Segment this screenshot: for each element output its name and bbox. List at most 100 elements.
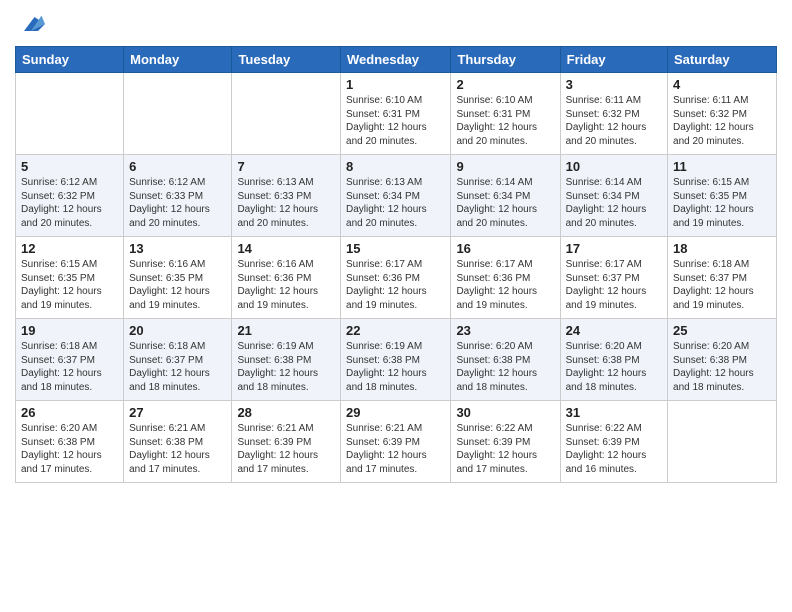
day-number: 9	[456, 159, 554, 174]
calendar-cell: 21 Sunrise: 6:19 AM Sunset: 6:38 PM Dayli…	[232, 319, 341, 401]
day-info: Sunrise: 6:18 AM Sunset: 6:37 PM Dayligh…	[21, 340, 118, 394]
day-number: 21	[237, 323, 335, 338]
calendar-cell: 31 Sunrise: 6:22 AM Sunset: 6:39 PM Dayli…	[560, 401, 667, 483]
day-number: 13	[129, 241, 226, 256]
day-number: 8	[346, 159, 445, 174]
calendar-cell: 16 Sunrise: 6:17 AM Sunset: 6:36 PM Dayli…	[451, 237, 560, 319]
calendar-cell: 10 Sunrise: 6:14 AM Sunset: 6:34 PM Dayli…	[560, 155, 667, 237]
calendar-cell	[232, 73, 341, 155]
day-number: 26	[21, 405, 118, 420]
day-info: Sunrise: 6:17 AM Sunset: 6:36 PM Dayligh…	[346, 258, 445, 312]
day-number: 24	[566, 323, 662, 338]
day-info: Sunrise: 6:17 AM Sunset: 6:36 PM Dayligh…	[456, 258, 554, 312]
day-number: 5	[21, 159, 118, 174]
week-row-5: 26 Sunrise: 6:20 AM Sunset: 6:38 PM Dayli…	[16, 401, 777, 483]
calendar-cell: 8 Sunrise: 6:13 AM Sunset: 6:34 PM Daylig…	[341, 155, 451, 237]
calendar-cell: 3Sunrise: 6:11 AM Sunset: 6:32 PM Daylig…	[560, 73, 667, 155]
day-number: 6	[129, 159, 226, 174]
logo-icon	[17, 10, 45, 38]
weekday-header-row: SundayMondayTuesdayWednesdayThursdayFrid…	[16, 47, 777, 73]
day-number: 16	[456, 241, 554, 256]
calendar-cell: 25Sunrise: 6:20 AM Sunset: 6:38 PM Dayli…	[668, 319, 777, 401]
day-number: 11	[673, 159, 771, 174]
calendar-cell: 11 Sunrise: 6:15 AM Sunset: 6:35 PM Dayli…	[668, 155, 777, 237]
calendar-cell: 20 Sunrise: 6:18 AM Sunset: 6:37 PM Dayli…	[124, 319, 232, 401]
day-number: 4	[673, 77, 771, 92]
calendar-cell: 18 Sunrise: 6:18 AM Sunset: 6:37 PM Dayli…	[668, 237, 777, 319]
day-number: 20	[129, 323, 226, 338]
day-info: Sunrise: 6:18 AM Sunset: 6:37 PM Dayligh…	[129, 340, 226, 394]
day-number: 15	[346, 241, 445, 256]
day-info: Sunrise: 6:17 AM Sunset: 6:37 PM Dayligh…	[566, 258, 662, 312]
calendar-cell	[16, 73, 124, 155]
day-number: 14	[237, 241, 335, 256]
day-number: 31	[566, 405, 662, 420]
day-info: Sunrise: 6:19 AM Sunset: 6:38 PM Dayligh…	[237, 340, 335, 394]
day-info: Sunrise: 6:19 AM Sunset: 6:38 PM Dayligh…	[346, 340, 445, 394]
day-number: 29	[346, 405, 445, 420]
day-info: Sunrise: 6:12 AM Sunset: 6:33 PM Dayligh…	[129, 176, 226, 230]
day-number: 10	[566, 159, 662, 174]
day-info: Sunrise: 6:11 AM Sunset: 6:32 PM Dayligh…	[673, 94, 771, 148]
day-info: Sunrise: 6:14 AM Sunset: 6:34 PM Dayligh…	[566, 176, 662, 230]
calendar: SundayMondayTuesdayWednesdayThursdayFrid…	[15, 46, 777, 483]
day-info: Sunrise: 6:21 AM Sunset: 6:39 PM Dayligh…	[237, 422, 335, 476]
calendar-cell: 24 Sunrise: 6:20 AM Sunset: 6:38 PM Dayli…	[560, 319, 667, 401]
day-number: 1	[346, 77, 445, 92]
weekday-header-tuesday: Tuesday	[232, 47, 341, 73]
week-row-1: 1 Sunrise: 6:10 AM Sunset: 6:31 PM Daylig…	[16, 73, 777, 155]
day-number: 3	[566, 77, 662, 92]
day-number: 7	[237, 159, 335, 174]
day-info: Sunrise: 6:13 AM Sunset: 6:34 PM Dayligh…	[346, 176, 445, 230]
day-info: Sunrise: 6:20 AM Sunset: 6:38 PM Dayligh…	[566, 340, 662, 394]
day-number: 28	[237, 405, 335, 420]
calendar-cell: 9 Sunrise: 6:14 AM Sunset: 6:34 PM Daylig…	[451, 155, 560, 237]
day-info: Sunrise: 6:13 AM Sunset: 6:33 PM Dayligh…	[237, 176, 335, 230]
day-info: Sunrise: 6:22 AM Sunset: 6:39 PM Dayligh…	[566, 422, 662, 476]
day-info: Sunrise: 6:20 AM Sunset: 6:38 PM Dayligh…	[456, 340, 554, 394]
day-info: Sunrise: 6:15 AM Sunset: 6:35 PM Dayligh…	[673, 176, 771, 230]
day-number: 12	[21, 241, 118, 256]
day-number: 27	[129, 405, 226, 420]
day-info: Sunrise: 6:12 AM Sunset: 6:32 PM Dayligh…	[21, 176, 118, 230]
weekday-header-friday: Friday	[560, 47, 667, 73]
calendar-cell: 12 Sunrise: 6:15 AM Sunset: 6:35 PM Dayli…	[16, 237, 124, 319]
day-info: Sunrise: 6:14 AM Sunset: 6:34 PM Dayligh…	[456, 176, 554, 230]
calendar-cell: 28 Sunrise: 6:21 AM Sunset: 6:39 PM Dayli…	[232, 401, 341, 483]
calendar-cell: 17 Sunrise: 6:17 AM Sunset: 6:37 PM Dayli…	[560, 237, 667, 319]
calendar-cell: 5 Sunrise: 6:12 AM Sunset: 6:32 PM Daylig…	[16, 155, 124, 237]
week-row-3: 12 Sunrise: 6:15 AM Sunset: 6:35 PM Dayli…	[16, 237, 777, 319]
calendar-cell: 29Sunrise: 6:21 AM Sunset: 6:39 PM Dayli…	[341, 401, 451, 483]
calendar-cell: 4 Sunrise: 6:11 AM Sunset: 6:32 PM Daylig…	[668, 73, 777, 155]
day-number: 18	[673, 241, 771, 256]
day-number: 23	[456, 323, 554, 338]
day-info: Sunrise: 6:21 AM Sunset: 6:38 PM Dayligh…	[129, 422, 226, 476]
weekday-header-thursday: Thursday	[451, 47, 560, 73]
day-info: Sunrise: 6:18 AM Sunset: 6:37 PM Dayligh…	[673, 258, 771, 312]
weekday-header-sunday: Sunday	[16, 47, 124, 73]
calendar-cell: 14 Sunrise: 6:16 AM Sunset: 6:36 PM Dayli…	[232, 237, 341, 319]
day-info: Sunrise: 6:10 AM Sunset: 6:31 PM Dayligh…	[456, 94, 554, 148]
day-info: Sunrise: 6:10 AM Sunset: 6:31 PM Dayligh…	[346, 94, 445, 148]
day-number: 17	[566, 241, 662, 256]
weekday-header-wednesday: Wednesday	[341, 47, 451, 73]
day-number: 30	[456, 405, 554, 420]
day-info: Sunrise: 6:22 AM Sunset: 6:39 PM Dayligh…	[456, 422, 554, 476]
day-info: Sunrise: 6:15 AM Sunset: 6:35 PM Dayligh…	[21, 258, 118, 312]
calendar-cell: 27 Sunrise: 6:21 AM Sunset: 6:38 PM Dayli…	[124, 401, 232, 483]
week-row-4: 19Sunrise: 6:18 AM Sunset: 6:37 PM Dayli…	[16, 319, 777, 401]
day-info: Sunrise: 6:20 AM Sunset: 6:38 PM Dayligh…	[673, 340, 771, 394]
weekday-header-monday: Monday	[124, 47, 232, 73]
logo	[15, 10, 45, 38]
calendar-cell: 22 Sunrise: 6:19 AM Sunset: 6:38 PM Dayli…	[341, 319, 451, 401]
day-info: Sunrise: 6:16 AM Sunset: 6:35 PM Dayligh…	[129, 258, 226, 312]
page-container: SundayMondayTuesdayWednesdayThursdayFrid…	[0, 0, 792, 493]
day-info: Sunrise: 6:20 AM Sunset: 6:38 PM Dayligh…	[21, 422, 118, 476]
day-number: 2	[456, 77, 554, 92]
calendar-cell: 19Sunrise: 6:18 AM Sunset: 6:37 PM Dayli…	[16, 319, 124, 401]
weekday-header-saturday: Saturday	[668, 47, 777, 73]
header	[15, 10, 777, 38]
day-number: 22	[346, 323, 445, 338]
calendar-cell: 2 Sunrise: 6:10 AM Sunset: 6:31 PM Daylig…	[451, 73, 560, 155]
day-info: Sunrise: 6:16 AM Sunset: 6:36 PM Dayligh…	[237, 258, 335, 312]
